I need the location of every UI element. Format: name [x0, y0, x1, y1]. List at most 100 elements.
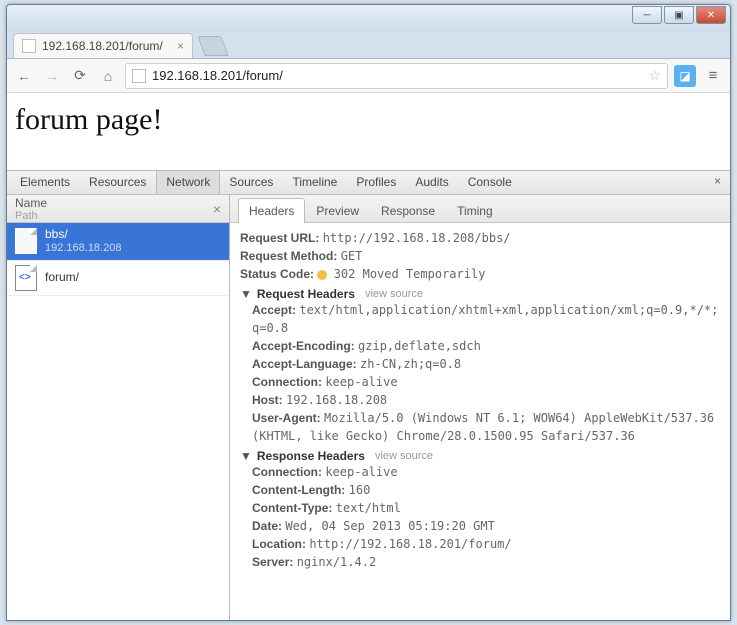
- header-value: nginx/1.4.2: [297, 555, 376, 569]
- tab-strip: 192.168.18.201/forum/ ×: [7, 31, 730, 59]
- forward-button: →: [41, 65, 63, 87]
- page-heading: forum page!: [15, 103, 162, 136]
- disclosure-triangle-icon: ▼: [240, 449, 252, 463]
- request-method-value: GET: [341, 249, 363, 263]
- devtools-body: Name Path × bbs/192.168.18.208 forum/ Hea…: [7, 195, 730, 620]
- response-headers-section[interactable]: ▼ Response Headers view source: [240, 449, 720, 463]
- request-host: 192.168.18.208: [45, 242, 121, 256]
- network-detail-panel: HeadersPreviewResponseTiming Request URL…: [230, 195, 730, 620]
- network-request-item[interactable]: bbs/192.168.18.208: [7, 223, 229, 261]
- omnibox[interactable]: 192.168.18.201/forum/ ☆: [125, 63, 668, 89]
- html-file-icon: [15, 265, 37, 291]
- browser-window: ─ ▣ ✕ 192.168.18.201/forum/ × ← → ⟳ ⌂ 19…: [6, 4, 731, 621]
- window-controls: ─ ▣ ✕: [632, 6, 726, 24]
- maximize-button[interactable]: ▣: [664, 6, 694, 24]
- column-path: Path: [15, 210, 47, 222]
- devtools-tab-console[interactable]: Console: [459, 171, 522, 194]
- header-value: text/html: [336, 501, 401, 515]
- header-value: keep-alive: [325, 465, 397, 479]
- minimize-button[interactable]: ─: [632, 6, 662, 24]
- devtools-close-icon[interactable]: ×: [705, 171, 730, 194]
- devtools-tab-elements[interactable]: Elements: [11, 171, 80, 194]
- detail-tab-timing[interactable]: Timing: [446, 198, 504, 223]
- request-method-label: Request Method:: [240, 249, 337, 263]
- devtools-tab-resources[interactable]: Resources: [80, 171, 156, 194]
- header-value: zh-CN,zh;q=0.8: [360, 357, 461, 371]
- network-columns-header: Name Path ×: [7, 195, 229, 223]
- column-name: Name: [15, 196, 47, 210]
- nav-toolbar: ← → ⟳ ⌂ 192.168.18.201/forum/ ☆ ◪ ≡: [7, 59, 730, 93]
- view-source-link[interactable]: view source: [375, 450, 433, 462]
- header-row: User-Agent: Mozilla/5.0 (Windows NT 6.1;…: [252, 409, 720, 445]
- header-row: Connection: keep-alive: [252, 373, 720, 391]
- page-content: forum page!: [7, 93, 730, 171]
- menu-button[interactable]: ≡: [702, 65, 724, 87]
- header-value: 160: [349, 483, 371, 497]
- header-row: Location: http://192.168.18.201/forum/: [252, 535, 720, 553]
- response-headers-title: Response Headers: [257, 449, 365, 463]
- network-request-item[interactable]: forum/: [7, 261, 229, 296]
- disclosure-triangle-icon: ▼: [240, 287, 252, 301]
- new-tab-button[interactable]: [197, 36, 228, 56]
- devtools-tab-network[interactable]: Network: [156, 171, 220, 194]
- header-key: Connection:: [252, 375, 325, 389]
- header-key: Date:: [252, 519, 285, 533]
- headers-pane: Request URL: http://192.168.18.208/bbs/ …: [230, 223, 730, 620]
- home-button[interactable]: ⌂: [97, 65, 119, 87]
- header-key: Accept:: [252, 303, 299, 317]
- response-headers-list: Connection: keep-aliveContent-Length: 16…: [252, 463, 720, 571]
- devtools-tab-sources[interactable]: Sources: [220, 171, 283, 194]
- view-source-link[interactable]: view source: [365, 288, 423, 300]
- detail-tab-headers[interactable]: Headers: [238, 198, 305, 223]
- request-url-value: http://192.168.18.208/bbs/: [323, 231, 511, 245]
- request-name: forum/: [45, 270, 79, 285]
- bookmark-star-icon[interactable]: ☆: [648, 67, 661, 84]
- header-key: Connection:: [252, 465, 325, 479]
- tab-title: 192.168.18.201/forum/: [42, 39, 171, 53]
- file-icon: [15, 228, 37, 254]
- extension-icon[interactable]: ◪: [674, 65, 696, 87]
- page-icon: [22, 39, 36, 53]
- header-row: Server: nginx/1.4.2: [252, 553, 720, 571]
- header-row: Host: 192.168.18.208: [252, 391, 720, 409]
- header-key: Content-Length:: [252, 483, 349, 497]
- close-button[interactable]: ✕: [696, 6, 726, 24]
- request-name: bbs/: [45, 227, 121, 242]
- panel-close-icon[interactable]: ×: [213, 201, 221, 217]
- back-button[interactable]: ←: [13, 65, 35, 87]
- devtools-tab-profiles[interactable]: Profiles: [347, 171, 406, 194]
- reload-button[interactable]: ⟳: [69, 65, 91, 87]
- status-dot-icon: [317, 270, 327, 280]
- network-request-list: bbs/192.168.18.208 forum/: [7, 223, 229, 620]
- detail-tabs: HeadersPreviewResponseTiming: [230, 195, 730, 223]
- header-value: Wed, 04 Sep 2013 05:19:20 GMT: [285, 519, 495, 533]
- titlebar: ─ ▣ ✕: [7, 5, 730, 31]
- header-row: Date: Wed, 04 Sep 2013 05:19:20 GMT: [252, 517, 720, 535]
- page-icon: [132, 69, 146, 83]
- browser-tab[interactable]: 192.168.18.201/forum/ ×: [13, 33, 193, 58]
- devtools: ElementsResourcesNetworkSourcesTimelineP…: [7, 171, 730, 620]
- header-value: http://192.168.18.201/forum/: [309, 537, 511, 551]
- network-request-panel: Name Path × bbs/192.168.18.208 forum/: [7, 195, 230, 620]
- detail-tab-response[interactable]: Response: [370, 198, 446, 223]
- header-row: Content-Type: text/html: [252, 499, 720, 517]
- devtools-tab-audits[interactable]: Audits: [406, 171, 458, 194]
- header-key: Host:: [252, 393, 286, 407]
- detail-tab-preview[interactable]: Preview: [305, 198, 370, 223]
- status-code-label: Status Code:: [240, 267, 314, 281]
- request-headers-section[interactable]: ▼ Request Headers view source: [240, 287, 720, 301]
- header-key: Accept-Language:: [252, 357, 360, 371]
- header-key: Location:: [252, 537, 309, 551]
- request-headers-title: Request Headers: [257, 287, 355, 301]
- request-url-label: Request URL:: [240, 231, 319, 245]
- header-row: Content-Length: 160: [252, 481, 720, 499]
- header-value: 192.168.18.208: [286, 393, 387, 407]
- devtools-tab-timeline[interactable]: Timeline: [283, 171, 347, 194]
- header-key: Server:: [252, 555, 297, 569]
- tab-close-icon[interactable]: ×: [177, 39, 184, 53]
- header-row: Accept-Encoding: gzip,deflate,sdch: [252, 337, 720, 355]
- header-row: Connection: keep-alive: [252, 463, 720, 481]
- devtools-tabs: ElementsResourcesNetworkSourcesTimelineP…: [7, 171, 730, 195]
- header-row: Accept-Language: zh-CN,zh;q=0.8: [252, 355, 720, 373]
- url-text: 192.168.18.201/forum/: [152, 68, 642, 83]
